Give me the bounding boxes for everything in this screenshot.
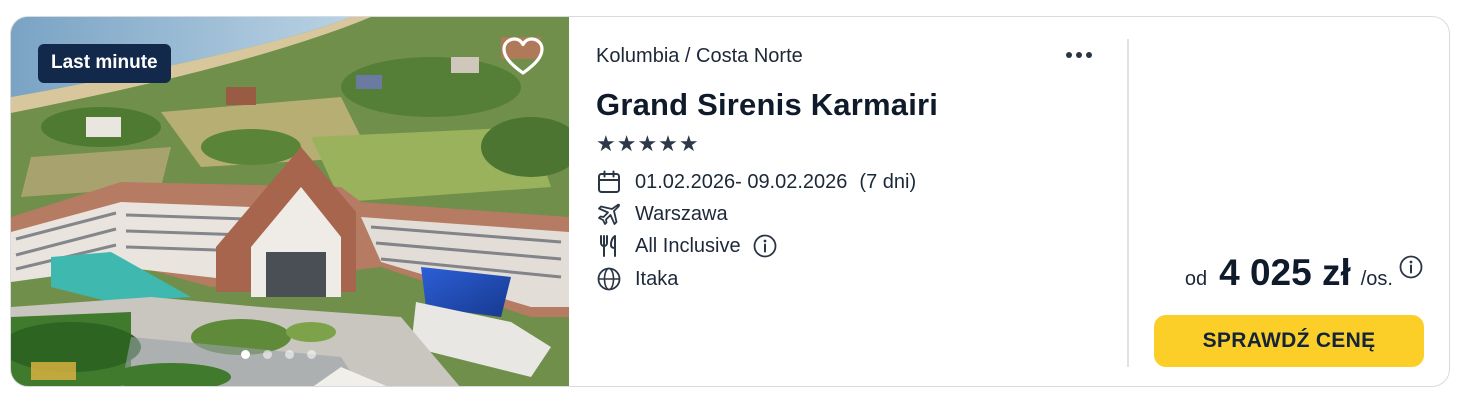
offer-details: Kolumbia / Costa Norte Grand Sirenis Kar…: [596, 17, 1126, 386]
price-block: od 4 025 zł /os.: [1185, 252, 1423, 294]
info-icon[interactable]: [1399, 255, 1423, 279]
info-icon[interactable]: [753, 234, 777, 258]
board-row: All Inclusive: [596, 233, 777, 259]
globe-icon: [596, 266, 622, 292]
airplane-icon: [596, 201, 622, 227]
dates-text: 01.02.2026- 09.02.2026: [635, 170, 848, 193]
star-rating: ★★★★★: [596, 131, 700, 156]
price-prefix: od: [1184, 268, 1208, 290]
vertical-divider: [1127, 39, 1129, 367]
calendar-icon: [596, 169, 622, 195]
hotel-photo[interactable]: Last minute: [11, 17, 569, 386]
last-minute-badge: Last minute: [38, 44, 171, 83]
departure-row: Warszawa: [596, 201, 728, 227]
offer-card[interactable]: Last minute Kolumbia / Costa Norte Grand…: [10, 16, 1450, 387]
check-price-button[interactable]: SPRAWDŹ CENĘ: [1154, 315, 1424, 367]
location-breadcrumb[interactable]: Kolumbia / Costa Norte: [596, 45, 803, 68]
tour-operator: Itaka: [635, 267, 679, 290]
carousel-dot[interactable]: [263, 350, 272, 359]
more-horizontal-icon: [1066, 52, 1072, 58]
favorite-button[interactable]: [501, 37, 545, 77]
more-options-button[interactable]: [1066, 45, 1100, 65]
dates-row: 01.02.2026- 09.02.2026 (7 dni): [596, 169, 916, 195]
cutlery-icon: [596, 233, 622, 259]
carousel-dot[interactable]: [241, 350, 250, 359]
heart-outline-icon: [502, 37, 544, 75]
operator-row: Itaka: [596, 266, 678, 292]
price-per-person: /os.: [1360, 268, 1393, 290]
duration-text: (7 dni): [859, 170, 917, 193]
carousel-dot[interactable]: [307, 350, 316, 359]
price-amount: 4 025 zł: [1219, 252, 1351, 293]
board-type: All Inclusive: [635, 234, 741, 257]
carousel-dots: [241, 350, 316, 359]
hotel-name[interactable]: Grand Sirenis Karmairi: [596, 87, 938, 123]
departure-city: Warszawa: [635, 202, 728, 225]
carousel-dot[interactable]: [285, 350, 294, 359]
